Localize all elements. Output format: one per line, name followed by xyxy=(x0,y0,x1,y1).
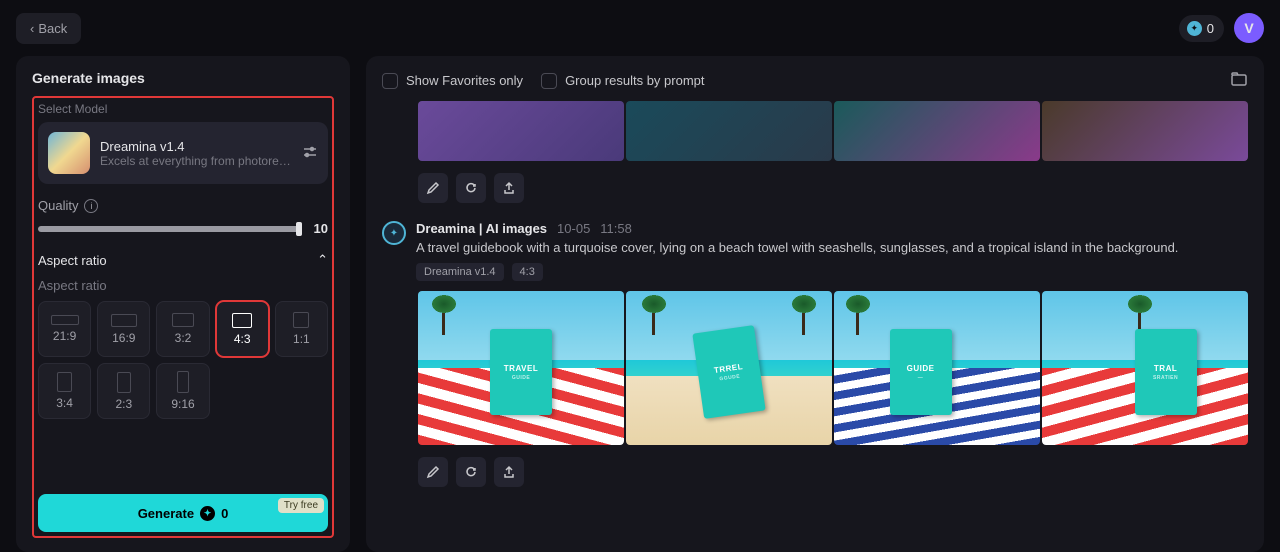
result-image[interactable]: GUIDE— xyxy=(834,291,1040,445)
favorites-label: Show Favorites only xyxy=(406,73,523,88)
model-thumbnail xyxy=(48,132,90,174)
generation-images: TRAVELGUIDE TRRELGGUDE GUIDE— TRALSRATIE… xyxy=(418,291,1248,445)
prev-generation-thumbs xyxy=(418,101,1248,161)
aspect-ratio-3-4[interactable]: 3:4 xyxy=(38,363,91,419)
ratio-shape-icon xyxy=(51,315,79,325)
back-button[interactable]: ‹ Back xyxy=(16,13,81,44)
ratio-label: 1:1 xyxy=(293,332,310,346)
aspect-ratio-21-9[interactable]: 21:9 xyxy=(38,301,91,357)
quality-label-row: Quality i xyxy=(38,198,328,213)
prev-actions-row xyxy=(418,173,1248,203)
show-favorites-checkbox[interactable]: Show Favorites only xyxy=(382,73,523,89)
generation-title: Dreamina | AI images xyxy=(416,221,547,236)
ratio-shape-icon xyxy=(111,314,137,327)
avatar[interactable]: V xyxy=(1234,13,1264,43)
ratio-label: 2:3 xyxy=(115,397,132,411)
result-image[interactable] xyxy=(834,101,1040,161)
ratio-shape-icon xyxy=(232,313,252,328)
folder-icon[interactable] xyxy=(1230,70,1248,91)
aspect-ratio-2-3[interactable]: 2:3 xyxy=(97,363,150,419)
share-button[interactable] xyxy=(494,173,524,203)
slider-thumb[interactable] xyxy=(296,222,302,236)
ratio-shape-icon xyxy=(172,313,194,327)
quality-value: 10 xyxy=(314,221,328,236)
highlighted-settings: Select Model Dreamina v1.4 Excels at eve… xyxy=(32,96,334,538)
generation-date: 10-05 xyxy=(557,221,590,236)
ratio-shape-icon xyxy=(177,371,189,393)
ratio-label: 3:4 xyxy=(56,396,73,410)
edit-button[interactable] xyxy=(418,457,448,487)
edit-button[interactable] xyxy=(418,173,448,203)
credits-icon: ✦ xyxy=(1187,21,1202,36)
aspect-ratio-4-3[interactable]: 4:3 xyxy=(216,301,269,357)
ratio-label: 3:2 xyxy=(175,331,192,345)
generate-label: Generate xyxy=(138,506,194,521)
generation-time: 11:58 xyxy=(600,221,632,236)
select-model-label: Select Model xyxy=(38,102,328,116)
aspect-ratio-header[interactable]: Aspect ratio ⌃ xyxy=(38,252,328,268)
chevron-up-icon: ⌃ xyxy=(317,252,328,268)
filter-bar: Show Favorites only Group results by pro… xyxy=(382,70,1248,91)
group-label: Group results by prompt xyxy=(565,73,704,88)
result-image[interactable] xyxy=(1042,101,1248,161)
chevron-left-icon: ‹ xyxy=(30,21,34,36)
top-right: ✦ 0 V xyxy=(1179,13,1264,43)
checkbox-icon xyxy=(541,73,557,89)
back-label: Back xyxy=(38,21,67,36)
ratio-shape-icon xyxy=(57,372,72,392)
sliders-icon[interactable] xyxy=(302,144,318,163)
generation-block: ✦ Dreamina | AI images 10-05 11:58 A tra… xyxy=(382,221,1248,291)
result-image[interactable]: TRRELGGUDE xyxy=(626,291,832,445)
top-bar: ‹ Back ✦ 0 V xyxy=(0,0,1280,56)
aspect-ratio-grid: 21:9 16:9 3:2 4:3 1:1 3:4 2:3 9:16 xyxy=(38,301,328,419)
try-free-badge: Try free xyxy=(278,498,324,513)
model-selector[interactable]: Dreamina v1.4 Excels at everything from … xyxy=(38,122,328,184)
generation-source-icon: ✦ xyxy=(382,221,406,245)
generate-panel: Generate images Select Model Dreamina v1… xyxy=(16,56,350,552)
generation-tag-ratio[interactable]: 4:3 xyxy=(512,263,543,281)
ratio-label: 4:3 xyxy=(234,332,251,346)
result-image[interactable] xyxy=(418,101,624,161)
generate-button[interactable]: Generate ✦ 0 Try free xyxy=(38,494,328,532)
avatar-letter: V xyxy=(1244,20,1253,36)
checkbox-icon xyxy=(382,73,398,89)
ratio-label: 16:9 xyxy=(112,331,135,345)
ratio-shape-icon xyxy=(293,312,309,328)
group-by-prompt-checkbox[interactable]: Group results by prompt xyxy=(541,73,704,89)
quality-label: Quality xyxy=(38,198,78,213)
aspect-ratio-title: Aspect ratio xyxy=(38,253,107,268)
result-image[interactable]: TRALSRATIEN xyxy=(1042,291,1248,445)
credits-pill[interactable]: ✦ 0 xyxy=(1179,15,1224,42)
results-scroll: ✦ Dreamina | AI images 10-05 11:58 A tra… xyxy=(382,101,1248,538)
quality-slider[interactable] xyxy=(38,226,302,232)
info-icon[interactable]: i xyxy=(84,199,98,213)
regenerate-button[interactable] xyxy=(456,457,486,487)
generate-cost: 0 xyxy=(221,506,228,521)
generation-tag-model[interactable]: Dreamina v1.4 xyxy=(416,263,504,281)
actions-row xyxy=(418,457,1248,487)
aspect-ratio-3-2[interactable]: 3:2 xyxy=(156,301,209,357)
ratio-label: 9:16 xyxy=(171,397,194,411)
regenerate-button[interactable] xyxy=(456,173,486,203)
credits-value: 0 xyxy=(1207,21,1214,36)
aspect-ratio-1-1[interactable]: 1:1 xyxy=(275,301,328,357)
result-image[interactable] xyxy=(626,101,832,161)
share-button[interactable] xyxy=(494,457,524,487)
generation-prompt: A travel guidebook with a turquoise cove… xyxy=(416,240,1248,255)
model-desc: Excels at everything from photoreali... xyxy=(100,154,292,168)
result-image[interactable]: TRAVELGUIDE xyxy=(418,291,624,445)
model-name: Dreamina v1.4 xyxy=(100,139,292,154)
aspect-ratio-sub: Aspect ratio xyxy=(38,278,328,293)
results-pane: Show Favorites only Group results by pro… xyxy=(366,56,1264,552)
aspect-ratio-16-9[interactable]: 16:9 xyxy=(97,301,150,357)
aspect-ratio-9-16[interactable]: 9:16 xyxy=(156,363,209,419)
credit-cost-icon: ✦ xyxy=(200,506,215,521)
ratio-label: 21:9 xyxy=(53,329,76,343)
ratio-shape-icon xyxy=(117,372,131,393)
panel-title: Generate images xyxy=(32,70,334,86)
